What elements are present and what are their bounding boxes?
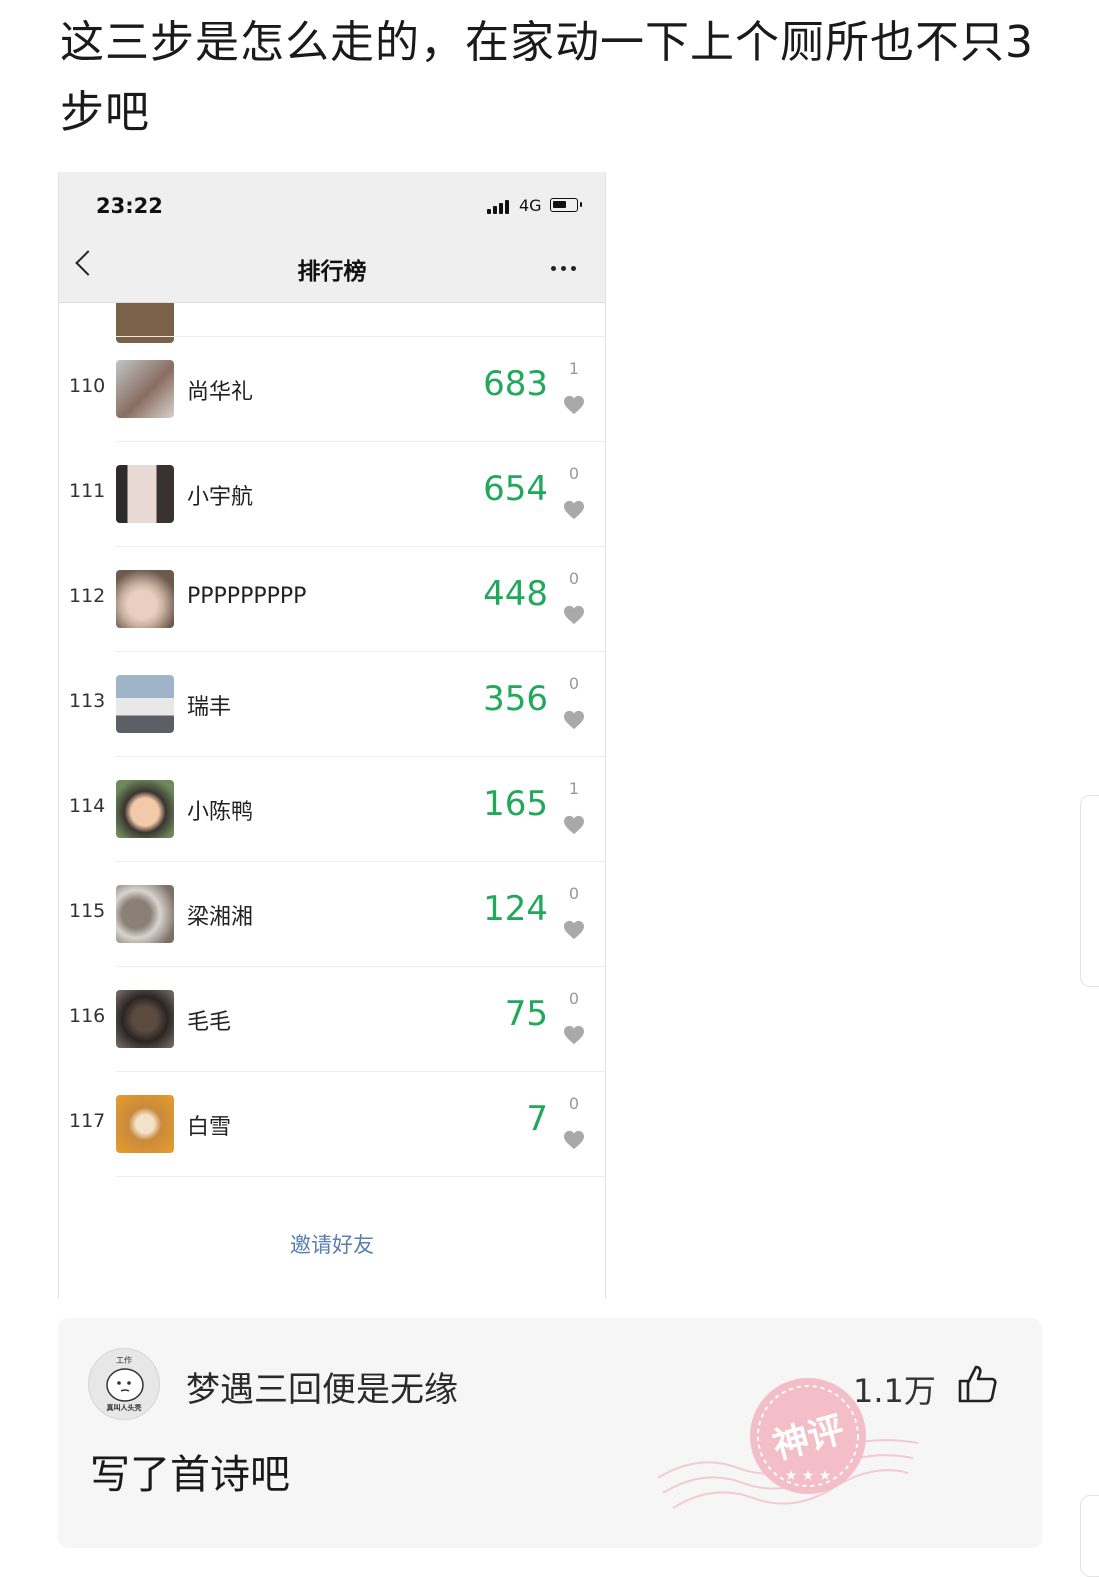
ranking-row[interactable]: 114 小陈鸭 165 1 <box>59 757 605 862</box>
avatar[interactable] <box>116 360 174 418</box>
avatar[interactable] <box>116 1095 174 1153</box>
heart-icon[interactable] <box>563 1025 585 1045</box>
user-name: 毛毛 <box>187 1010 232 1035</box>
step-count: 683 <box>483 364 548 404</box>
thumbs-up-icon[interactable] <box>956 1363 998 1405</box>
heart-icon[interactable] <box>563 500 585 520</box>
avatar[interactable] <box>116 780 174 838</box>
avatar[interactable] <box>116 465 174 523</box>
row-divider <box>116 1176 605 1177</box>
heart-icon[interactable] <box>563 815 585 835</box>
scroll-edge-tab <box>1080 795 1099 987</box>
step-count: 654 <box>483 469 548 509</box>
rank-number: 111 <box>69 480 106 502</box>
commenter-avatar[interactable]: 工作 真叫人头秃 <box>88 1348 160 1420</box>
comment-card: 工作 真叫人头秃 梦遇三回便是无缘 写了首诗吧 神评 ★ ★ ★ 1.1万 <box>58 1318 1042 1548</box>
like-count: 0 <box>568 989 580 1008</box>
ranking-row[interactable]: 110 尚华礼 683 1 <box>59 337 605 442</box>
ranking-row[interactable]: 115 梁湘湘 124 0 <box>59 862 605 967</box>
avatar[interactable] <box>116 675 174 733</box>
like-count: 0 <box>568 884 580 903</box>
rank-number: 117 <box>69 1110 106 1132</box>
user-name: 尚华礼 <box>187 380 254 405</box>
avatar[interactable] <box>116 885 174 943</box>
page-title: 排行榜 <box>297 259 367 285</box>
battery-icon <box>550 198 582 212</box>
scroll-edge-tab <box>1080 1495 1099 1577</box>
heart-icon[interactable] <box>563 605 585 625</box>
rank-number: 113 <box>69 690 106 712</box>
phone-header: 23:22 4G 排行榜 <box>59 172 605 303</box>
step-count: 75 <box>504 994 548 1034</box>
user-name: 小宇航 <box>187 485 254 510</box>
avatar-caption-top: 工作 <box>116 1356 132 1365</box>
embedded-phone-screenshot: 23:22 4G 排行榜 110 尚华礼 683 1 111 小宇航 654 0… <box>58 172 606 1298</box>
like-count: 1 <box>568 779 580 798</box>
ranking-row[interactable]: 117 白雪 7 0 <box>59 1072 605 1177</box>
step-count: 165 <box>483 784 548 824</box>
ranking-row[interactable]: 111 小宇航 654 0 <box>59 442 605 547</box>
status-time: 23:22 <box>96 194 163 218</box>
avatar-caption-bottom: 真叫人头秃 <box>106 1404 142 1412</box>
rank-number: 112 <box>69 585 106 607</box>
step-count: 7 <box>526 1099 548 1139</box>
like-count: 0 <box>568 674 580 693</box>
like-count: 0 <box>568 569 580 588</box>
like-count: 1.1万 <box>853 1372 936 1410</box>
user-name: 瑞丰 <box>187 695 232 720</box>
step-count: 448 <box>483 574 548 614</box>
heart-icon[interactable] <box>563 710 585 730</box>
step-count: 356 <box>483 679 548 719</box>
like-count: 0 <box>568 1094 580 1113</box>
user-name: 小陈鸭 <box>187 800 254 825</box>
signal-icon <box>487 200 513 214</box>
heart-icon[interactable] <box>563 1130 585 1150</box>
commenter-name[interactable]: 梦遇三回便是无缘 <box>186 1362 458 1411</box>
user-name: PPPPPPPPP <box>187 584 307 609</box>
rank-number: 115 <box>69 900 106 922</box>
invite-friends-link[interactable]: 邀请好友 <box>59 1229 605 1259</box>
svg-text:★ ★ ★: ★ ★ ★ <box>785 1468 832 1484</box>
rank-number: 110 <box>69 375 106 397</box>
comment-text: 写了首诗吧 <box>90 1452 290 1498</box>
more-options-icon[interactable] <box>551 266 581 272</box>
step-count: 124 <box>483 889 548 929</box>
like-count: 0 <box>568 464 580 483</box>
avatar[interactable] <box>116 990 174 1048</box>
avatar[interactable] <box>116 570 174 628</box>
rank-number: 116 <box>69 1005 106 1027</box>
ranking-row[interactable]: 113 瑞丰 356 0 <box>59 652 605 757</box>
network-type: 4G <box>519 196 542 215</box>
rank-number: 114 <box>69 795 106 817</box>
user-name: 白雪 <box>187 1115 232 1140</box>
like-count: 1 <box>568 359 580 378</box>
heart-icon[interactable] <box>563 395 585 415</box>
ranking-row[interactable]: 116 毛毛 75 0 <box>59 967 605 1072</box>
heart-icon[interactable] <box>563 920 585 940</box>
ranking-row[interactable]: 112 PPPPPPPPP 448 0 <box>59 547 605 652</box>
user-name: 梁湘湘 <box>187 905 254 930</box>
post-text: 这三步是怎么走的，在家动一下上个厕所也不只3步吧 <box>60 17 1034 138</box>
